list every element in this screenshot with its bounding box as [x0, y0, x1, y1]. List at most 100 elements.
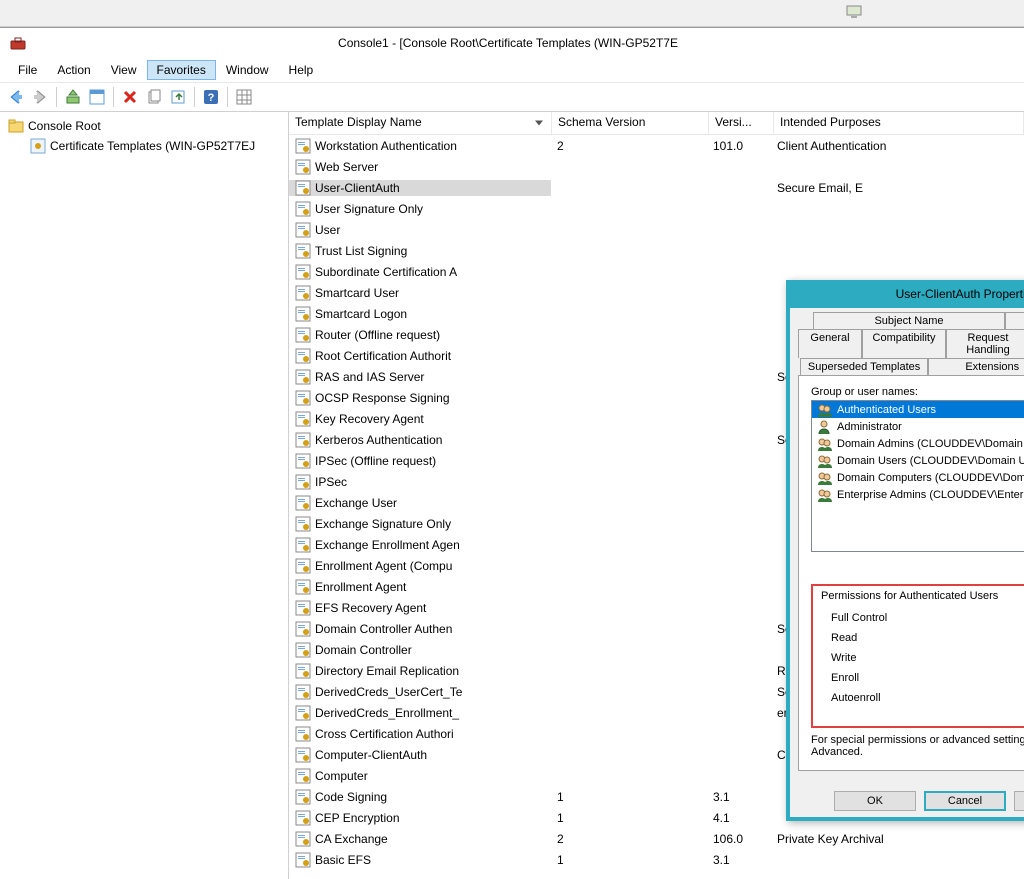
intended-purposes: Secure Email, E	[771, 181, 1024, 195]
permission-name: Full Control	[821, 612, 1024, 624]
certificate-icon	[295, 684, 311, 700]
permissions-box: Permissions for Authenticated Users Allo…	[811, 584, 1024, 728]
group-icon	[816, 402, 832, 418]
table-row[interactable]: CA Exchange2106.0Private Key Archival	[289, 828, 1024, 849]
user-list-item[interactable]: Domain Admins (CLOUDDEV\Domain Admins)	[812, 435, 1024, 452]
tree-root[interactable]: Console Root	[0, 116, 288, 136]
template-name: Workstation Authentication	[315, 139, 457, 153]
tree-pane: Console Root Certificate Templates (WIN-…	[0, 112, 289, 879]
help-button[interactable]	[201, 87, 221, 107]
table-row[interactable]: Subordinate Certification A	[289, 261, 1024, 282]
system-topbar	[0, 0, 1024, 27]
user-list[interactable]: Authenticated Users Administrator Domain A…	[811, 400, 1024, 552]
version: 3.1	[707, 790, 771, 804]
template-name: Code Signing	[315, 790, 387, 804]
certificate-icon	[295, 159, 311, 175]
up-button[interactable]	[63, 87, 83, 107]
menu-view[interactable]: View	[101, 60, 147, 80]
template-name: IPSec	[315, 475, 347, 489]
template-name: CA Exchange	[315, 832, 388, 846]
version: 3.1	[707, 853, 771, 867]
table-row[interactable]: User Signature Only	[289, 198, 1024, 219]
view-button[interactable]	[234, 87, 254, 107]
col-template-name[interactable]: Template Display Name	[289, 112, 552, 134]
export-button[interactable]	[168, 87, 188, 107]
menu-help[interactable]: Help	[279, 60, 324, 80]
table-row[interactable]: Trust List Signing	[289, 240, 1024, 261]
template-name: User	[315, 223, 340, 237]
menu-favorites[interactable]: Favorites	[147, 60, 216, 80]
menu-bar: FileActionViewFavoritesWindowHelp	[0, 58, 1024, 83]
version: 101.0	[707, 139, 771, 153]
show-hide-button[interactable]	[87, 87, 107, 107]
template-name: IPSec (Offline request)	[315, 454, 436, 468]
certificate-icon	[295, 579, 311, 595]
schema-version: 1	[551, 811, 707, 825]
col-purposes[interactable]: Intended Purposes	[774, 112, 1024, 134]
permission-name: Autoenroll	[821, 692, 1024, 704]
col-version[interactable]: Versi...	[709, 112, 774, 134]
tab-panel-security: Group or user names: Authenticated Users…	[798, 375, 1024, 771]
permission-name: Read	[821, 632, 1024, 644]
menu-file[interactable]: File	[8, 60, 47, 80]
certificate-icon	[295, 537, 311, 553]
tab-general[interactable]: General	[798, 329, 862, 358]
user-list-item[interactable]: Domain Users (CLOUDDEV\Domain Users)	[812, 452, 1024, 469]
certificate-icon	[295, 747, 311, 763]
permission-row: Read	[821, 628, 1024, 648]
certificate-icon	[295, 789, 311, 805]
delete-button[interactable]	[120, 87, 140, 107]
certificate-icon	[295, 369, 311, 385]
menu-action[interactable]: Action	[47, 60, 100, 80]
template-name: Trust List Signing	[315, 244, 407, 258]
tab-request-handling[interactable]: Request Handling	[946, 329, 1024, 358]
tab-extensions[interactable]: Extensions	[928, 358, 1024, 375]
back-button[interactable]	[6, 87, 26, 107]
permission-row: Enroll	[821, 668, 1024, 688]
table-row[interactable]: User-ClientAuthSecure Email, E	[289, 177, 1024, 198]
table-row[interactable]: Basic EFS13.1	[289, 849, 1024, 870]
monitor-icon	[846, 4, 862, 20]
cancel-button[interactable]: Cancel	[924, 791, 1006, 811]
template-name: Domain Controller	[315, 643, 412, 657]
template-name: Exchange Enrollment Agen	[315, 538, 460, 552]
tree-item-cert-templates[interactable]: Certificate Templates (WIN-GP52T7EJ	[0, 136, 288, 156]
table-row[interactable]: Workstation Authentication2101.0Client A…	[289, 135, 1024, 156]
list-pane: Template Display Name Schema Version Ver…	[289, 112, 1024, 879]
certificate-icon	[295, 852, 311, 868]
user-list-item[interactable]: Enterprise Admins (CLOUDDEV\Enterprise A…	[812, 486, 1024, 503]
ok-button[interactable]: OK	[834, 791, 916, 811]
copy-button[interactable]	[144, 87, 164, 107]
certificate-icon	[295, 474, 311, 490]
cert-templates-icon	[30, 138, 46, 154]
user-name: Domain Computers (CLOUDDEV\Domain Comput…	[837, 472, 1024, 484]
tab-subject-name[interactable]: Subject Name	[813, 312, 1005, 329]
template-name: Key Recovery Agent	[315, 412, 424, 426]
certificate-icon	[295, 831, 311, 847]
apply-button[interactable]: Apply	[1014, 791, 1024, 811]
template-name: Enrollment Agent (Compu	[315, 559, 452, 573]
user-list-item[interactable]: Administrator	[812, 418, 1024, 435]
tab-compatibility[interactable]: Compatibility	[862, 329, 946, 358]
certificate-icon	[295, 810, 311, 826]
user-icon	[816, 419, 832, 435]
template-name: Kerberos Authentication	[315, 433, 442, 447]
user-name: Administrator	[837, 421, 902, 433]
col-schema[interactable]: Schema Version	[552, 112, 709, 134]
template-name: Smartcard Logon	[315, 307, 407, 321]
forward-button[interactable]	[30, 87, 50, 107]
group-label: Group or user names:	[811, 386, 1024, 398]
certificate-icon	[295, 768, 311, 784]
user-name: Domain Admins (CLOUDDEV\Domain Admins)	[837, 438, 1024, 450]
user-list-item[interactable]: Domain Computers (CLOUDDEV\Domain Comput…	[812, 469, 1024, 486]
template-name: Basic EFS	[315, 853, 371, 867]
table-row[interactable]: User	[289, 219, 1024, 240]
certificate-icon	[295, 453, 311, 469]
template-name: CEP Encryption	[315, 811, 400, 825]
menu-window[interactable]: Window	[216, 60, 279, 80]
tab-issuance-requirements[interactable]: Issuance Requirements	[1005, 312, 1024, 329]
tab-superseded-templates[interactable]: Superseded Templates	[800, 358, 928, 375]
user-list-item[interactable]: Authenticated Users	[812, 401, 1024, 418]
template-name: Computer	[315, 769, 368, 783]
table-row[interactable]: Web Server	[289, 156, 1024, 177]
